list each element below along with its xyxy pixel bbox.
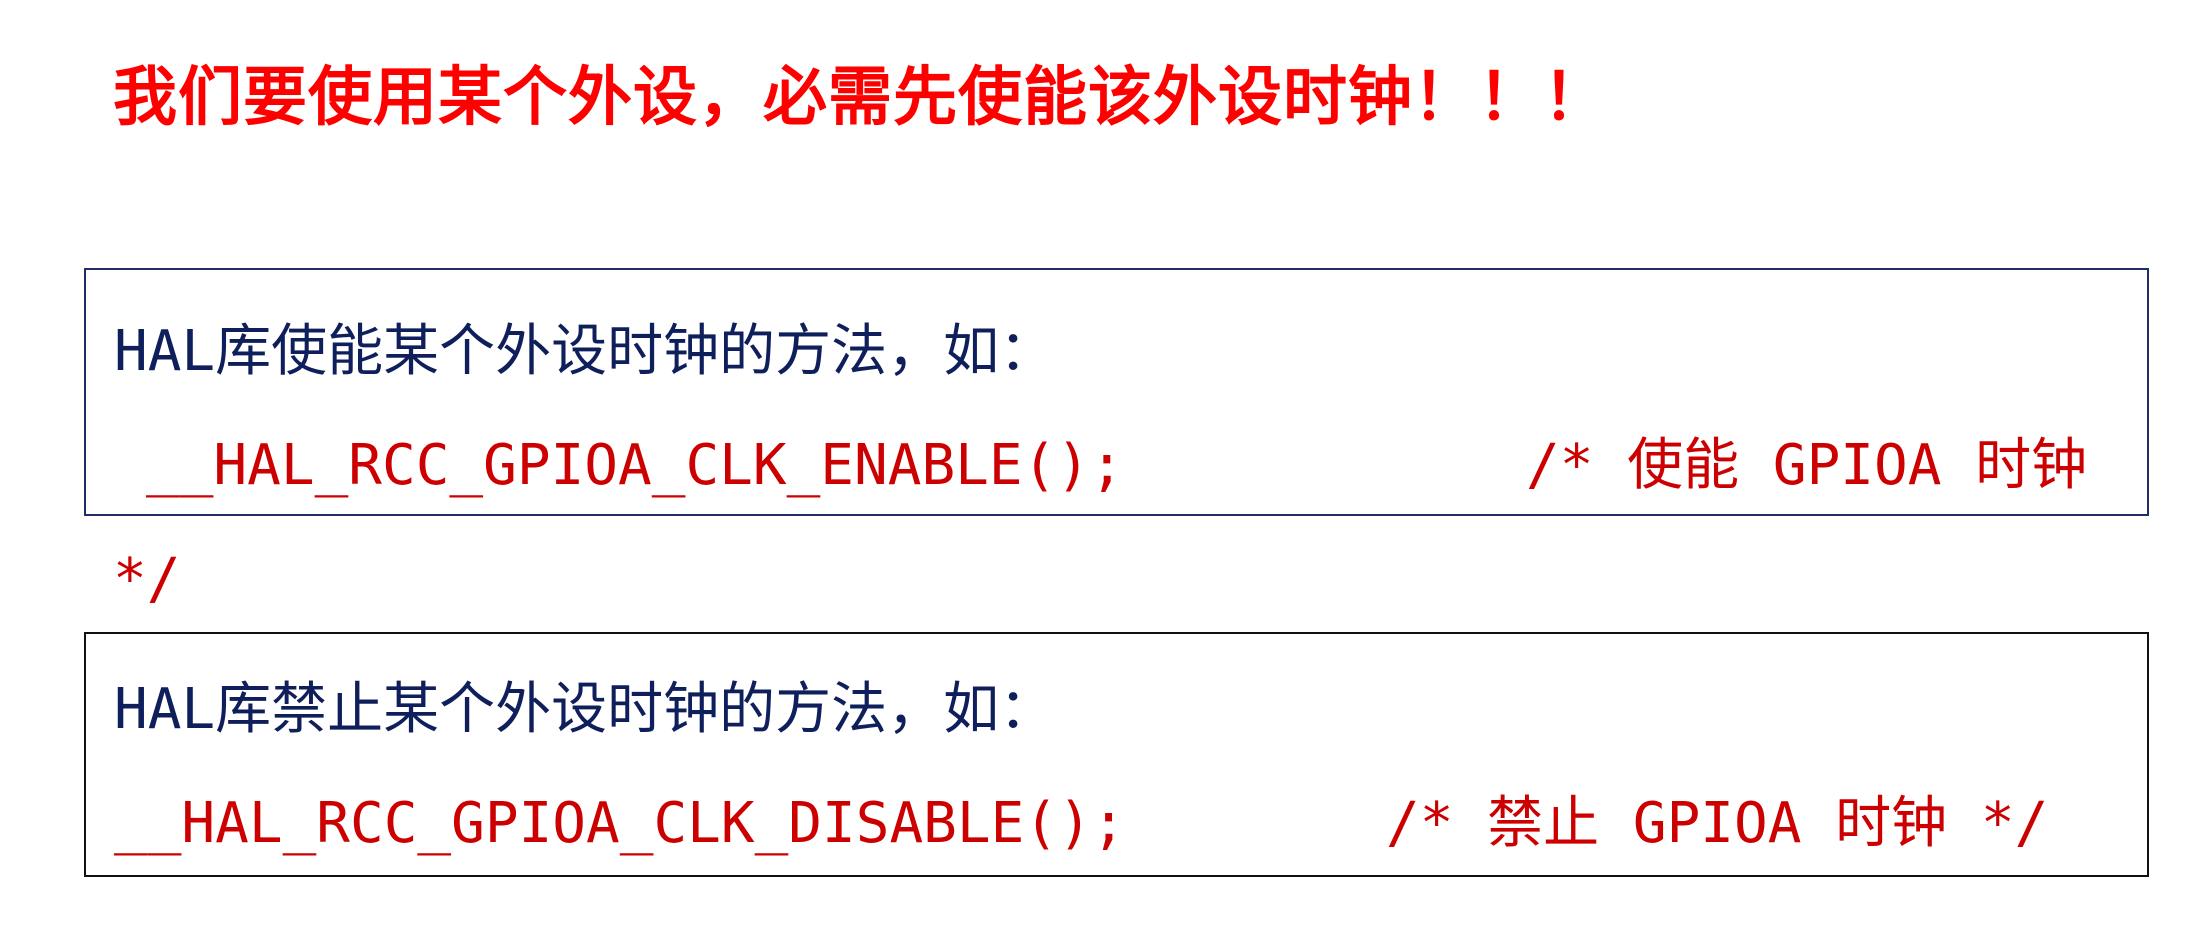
enable-comment-overflow: */ bbox=[113, 547, 181, 612]
disable-clock-box: HAL库禁止某个外设时钟的方法，如： __HAL_RCC_GPIOA_CLK_D… bbox=[84, 632, 2149, 877]
slide-headline: 我们要使用某个外设，必需先使能该外设时钟！！！ bbox=[113, 61, 1608, 135]
disable-box-title: HAL库禁止某个外设时钟的方法，如： bbox=[114, 677, 1056, 742]
enable-clock-box: HAL库使能某个外设时钟的方法，如： __HAL_RCC_GPIOA_CLK_E… bbox=[84, 268, 2149, 516]
disable-macro-call: __HAL_RCC_GPIOA_CLK_DISABLE(); bbox=[114, 791, 1126, 856]
enable-macro-comment: /* 使能 GPIOA 时钟 bbox=[1526, 433, 2088, 498]
disable-macro-comment: /* 禁止 GPIOA 时钟 */ bbox=[1386, 791, 2049, 856]
enable-macro-call: __HAL_RCC_GPIOA_CLK_ENABLE(); bbox=[146, 433, 1124, 498]
enable-box-title: HAL库使能某个外设时钟的方法，如： bbox=[114, 319, 1056, 384]
